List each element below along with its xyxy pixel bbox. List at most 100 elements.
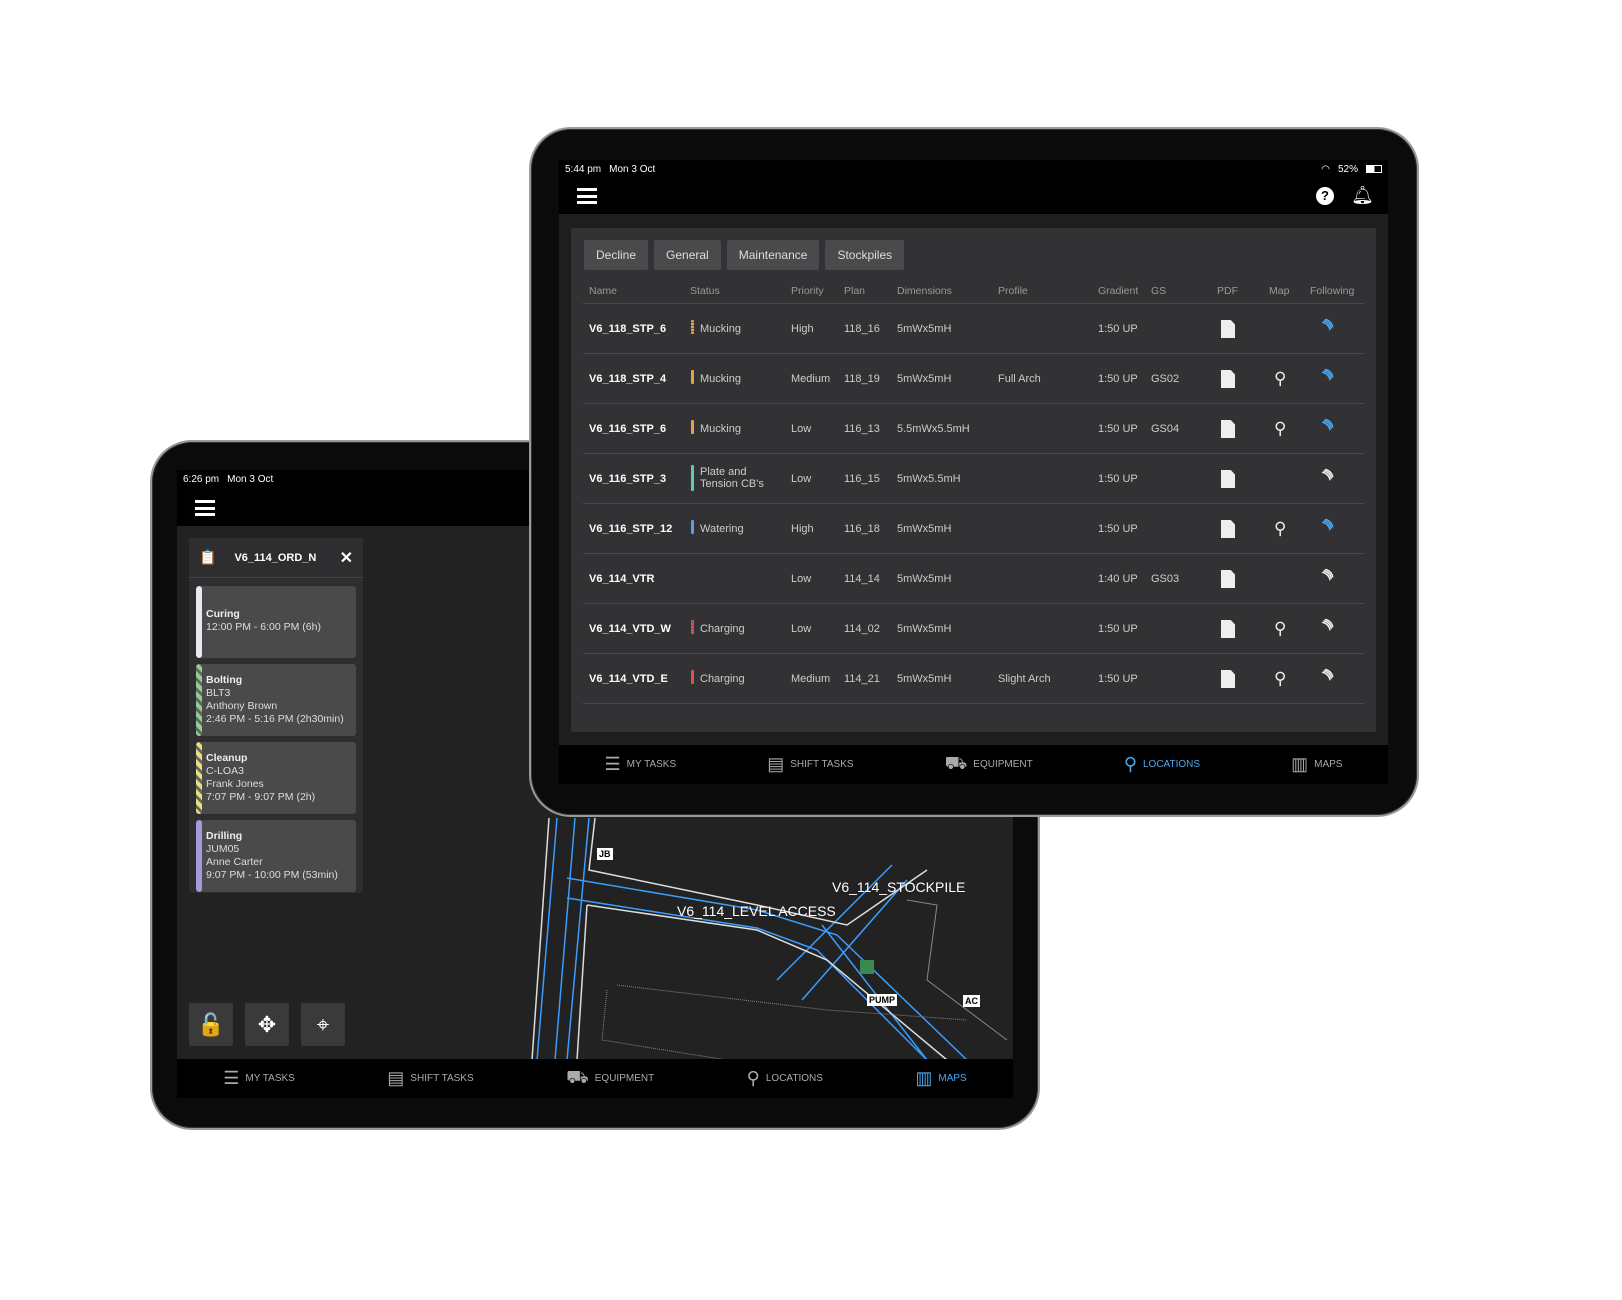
table-row[interactable]: V6_116_STP_3 Low 116_15 5mWx5.5mH 1:50 UP Pla…	[583, 454, 1364, 504]
following-rss-icon[interactable]: )))	[1320, 667, 1334, 681]
help-icon[interactable]: ?	[1316, 187, 1334, 205]
header: ? 🔔︎	[559, 178, 1388, 214]
menu-icon[interactable]	[577, 188, 597, 204]
task-color-stripe	[196, 742, 202, 814]
pin-icon: ⚲	[1123, 754, 1137, 774]
nav-maps[interactable]: ▥ MAPS	[915, 1068, 966, 1089]
column-header-plan[interactable]: Plan	[844, 285, 865, 297]
cell-profile: Full Arch	[998, 373, 1041, 385]
nav-label: MY TASKS	[245, 1073, 295, 1084]
map-label-stockpile[interactable]: V6_114_STOCKPILE	[832, 879, 965, 895]
map-pin-icon[interactable]: ⚲	[1274, 669, 1286, 689]
task-detail: BLT3	[206, 687, 231, 699]
first-aid-icon[interactable]	[860, 960, 874, 974]
cell-dimensions: 5mWx5mH	[897, 323, 952, 335]
table-row[interactable]: V6_118_STP_6 High 118_16 5mWx5mH 1:50 UP Muck…	[583, 304, 1364, 354]
task-detail: 2:46 PM - 5:16 PM (2h30min)	[206, 713, 344, 725]
pdf-icon[interactable]	[1221, 570, 1235, 588]
map-pin-icon[interactable]: ⚲	[1274, 369, 1286, 389]
pdf-icon[interactable]	[1221, 470, 1235, 488]
nav-shift-tasks[interactable]: ▤ SHIFT TASKS	[767, 754, 853, 775]
task-title: Curing	[206, 608, 240, 620]
following-rss-icon[interactable]: )))	[1320, 517, 1334, 531]
following-rss-icon[interactable]: )))	[1320, 317, 1334, 331]
panel-title: V6_114_ORD_N	[234, 551, 317, 564]
map-pin-icon[interactable]: ⚲	[1274, 519, 1286, 539]
nav-my-tasks[interactable]: ☰ MY TASKS	[223, 1068, 295, 1089]
pdf-icon[interactable]	[1221, 320, 1235, 338]
cell-gradient: 1:50 UP	[1098, 523, 1138, 535]
column-header-name[interactable]: Name	[589, 285, 617, 297]
bell-icon[interactable]: 🔔︎	[1351, 185, 1374, 206]
pdf-icon[interactable]	[1221, 670, 1235, 688]
nav-locations[interactable]: ⚲ LOCATIONS	[1124, 754, 1200, 775]
pdf-icon[interactable]	[1221, 370, 1235, 388]
location-off-button[interactable]: ⌖	[301, 1003, 345, 1046]
column-header-gradient[interactable]: Gradient	[1098, 285, 1138, 297]
cell-name: V6_114_VTD_E	[589, 673, 668, 685]
tab-decline[interactable]: Decline	[584, 240, 649, 270]
table-row[interactable]: V6_116_STP_6 Low 116_13 5.5mWx5.5mH 1:50 UP G…	[583, 404, 1364, 454]
map-pin-icon[interactable]: ⚲	[1274, 419, 1286, 439]
column-header-map[interactable]: Map	[1269, 285, 1289, 297]
nav-locations[interactable]: ⚲ LOCATIONS	[747, 1068, 823, 1089]
move-icon: ✥	[257, 1011, 277, 1037]
task-card[interactable]: Drilling JUM05 Anne Carter 9:07 PM - 10:00 …	[196, 820, 356, 892]
cell-profile: Slight Arch	[998, 673, 1051, 685]
nav-shift-tasks[interactable]: ▤ SHIFT TASKS	[387, 1068, 473, 1089]
pdf-icon[interactable]	[1221, 420, 1235, 438]
task-color-stripe	[196, 664, 202, 736]
nav-equipment[interactable]: ⛟ EQUIPMENT	[945, 753, 1033, 777]
tab-stockpiles[interactable]: Stockpiles	[825, 240, 905, 270]
pdf-icon[interactable]	[1221, 620, 1235, 638]
nav-label: MAPS	[938, 1073, 967, 1084]
map-marker-jb[interactable]: JB	[597, 848, 613, 860]
column-header-gs[interactable]: GS	[1151, 285, 1166, 297]
nav-equipment[interactable]: ⛟ EQUIPMENT	[566, 1067, 654, 1091]
column-header-profile[interactable]: Profile	[998, 285, 1028, 297]
bottom-nav: ☰ MY TASKS ▤ SHIFT TASKS ⛟ EQUIPMENT ⚲ LOCATION…	[177, 1059, 1013, 1098]
cell-status: Watering	[700, 523, 744, 535]
following-rss-icon[interactable]: )))	[1320, 467, 1334, 481]
following-rss-icon[interactable]: )))	[1320, 567, 1334, 581]
tab-maintenance[interactable]: Maintenance	[726, 240, 820, 270]
cell-gs: GS04	[1151, 423, 1180, 435]
nav-my-tasks[interactable]: ☰ MY TASKS	[605, 754, 677, 775]
move-button[interactable]: ✥	[245, 1003, 289, 1046]
table-row[interactable]: V6_114_VTD_W Low 114_02 5mWx5mH 1:50 UP Charg…	[583, 604, 1364, 654]
tab-general[interactable]: General	[654, 240, 721, 270]
status-time: 5:44 pm	[565, 164, 602, 175]
column-header-dimensions[interactable]: Dimensions	[897, 285, 952, 297]
task-card[interactable]: Cleanup C-LOA3 Frank Jones 7:07 PM - 9:07 P…	[196, 742, 356, 814]
task-card[interactable]: Curing 12:00 PM - 6:00 PM (6h)	[196, 586, 356, 658]
location-task-panel: 📋 V6_114_ORD_N ✕ Curing 12:00 PM - 6:00 P…	[189, 538, 363, 893]
status-time: 6:26 pm	[183, 474, 220, 485]
column-header-priority[interactable]: Priority	[791, 285, 824, 297]
map-marker-pump[interactable]: PUMP	[867, 994, 898, 1006]
column-header-following[interactable]: Following	[1310, 285, 1354, 297]
nav-maps[interactable]: ▥ MAPS	[1291, 754, 1342, 775]
unlock-icon: 🔓	[197, 1011, 225, 1037]
table-row[interactable]: V6_116_STP_12 High 116_18 5mWx5mH 1:50 UP Wat…	[583, 504, 1364, 554]
map-pin-icon[interactable]: ⚲	[1274, 619, 1286, 639]
following-rss-icon[interactable]: )))	[1320, 367, 1334, 381]
tasks-icon: ☰	[223, 1068, 240, 1088]
following-rss-icon[interactable]: )))	[1320, 417, 1334, 431]
table-row[interactable]: V6_114_VTD_E Medium 114_21 5mWx5mH Slight Ar…	[583, 654, 1364, 704]
map-marker-ac[interactable]: AC	[963, 995, 980, 1007]
menu-icon[interactable]	[195, 500, 215, 516]
close-icon[interactable]: ✕	[340, 548, 353, 568]
table-row[interactable]: V6_118_STP_4 Medium 118_19 5mWx5mH Full Arch…	[583, 354, 1364, 404]
task-card[interactable]: Bolting BLT3 Anthony Brown 2:46 PM - 5:16 P…	[196, 664, 356, 736]
unlock-button[interactable]: 🔓	[189, 1003, 233, 1046]
map-label-level-access[interactable]: V6_114_LEVEL ACCESS	[677, 903, 836, 919]
following-rss-icon[interactable]: )))	[1320, 617, 1334, 631]
column-header-pdf[interactable]: PDF	[1217, 285, 1238, 297]
pdf-icon[interactable]	[1221, 520, 1235, 538]
nav-label: EQUIPMENT	[973, 759, 1033, 770]
table-row[interactable]: V6_114_VTR Low 114_14 5mWx5mH 1:40 UP GS03)))	[583, 554, 1364, 604]
column-header-status[interactable]: Status	[690, 285, 720, 297]
bottom-nav: ☰ MY TASKS ▤ SHIFT TASKS ⛟ EQUIPMENT ⚲ LOCATION…	[559, 745, 1388, 784]
nav-label: MAPS	[1314, 759, 1343, 770]
status-date: Mon 3 Oct	[609, 164, 656, 175]
